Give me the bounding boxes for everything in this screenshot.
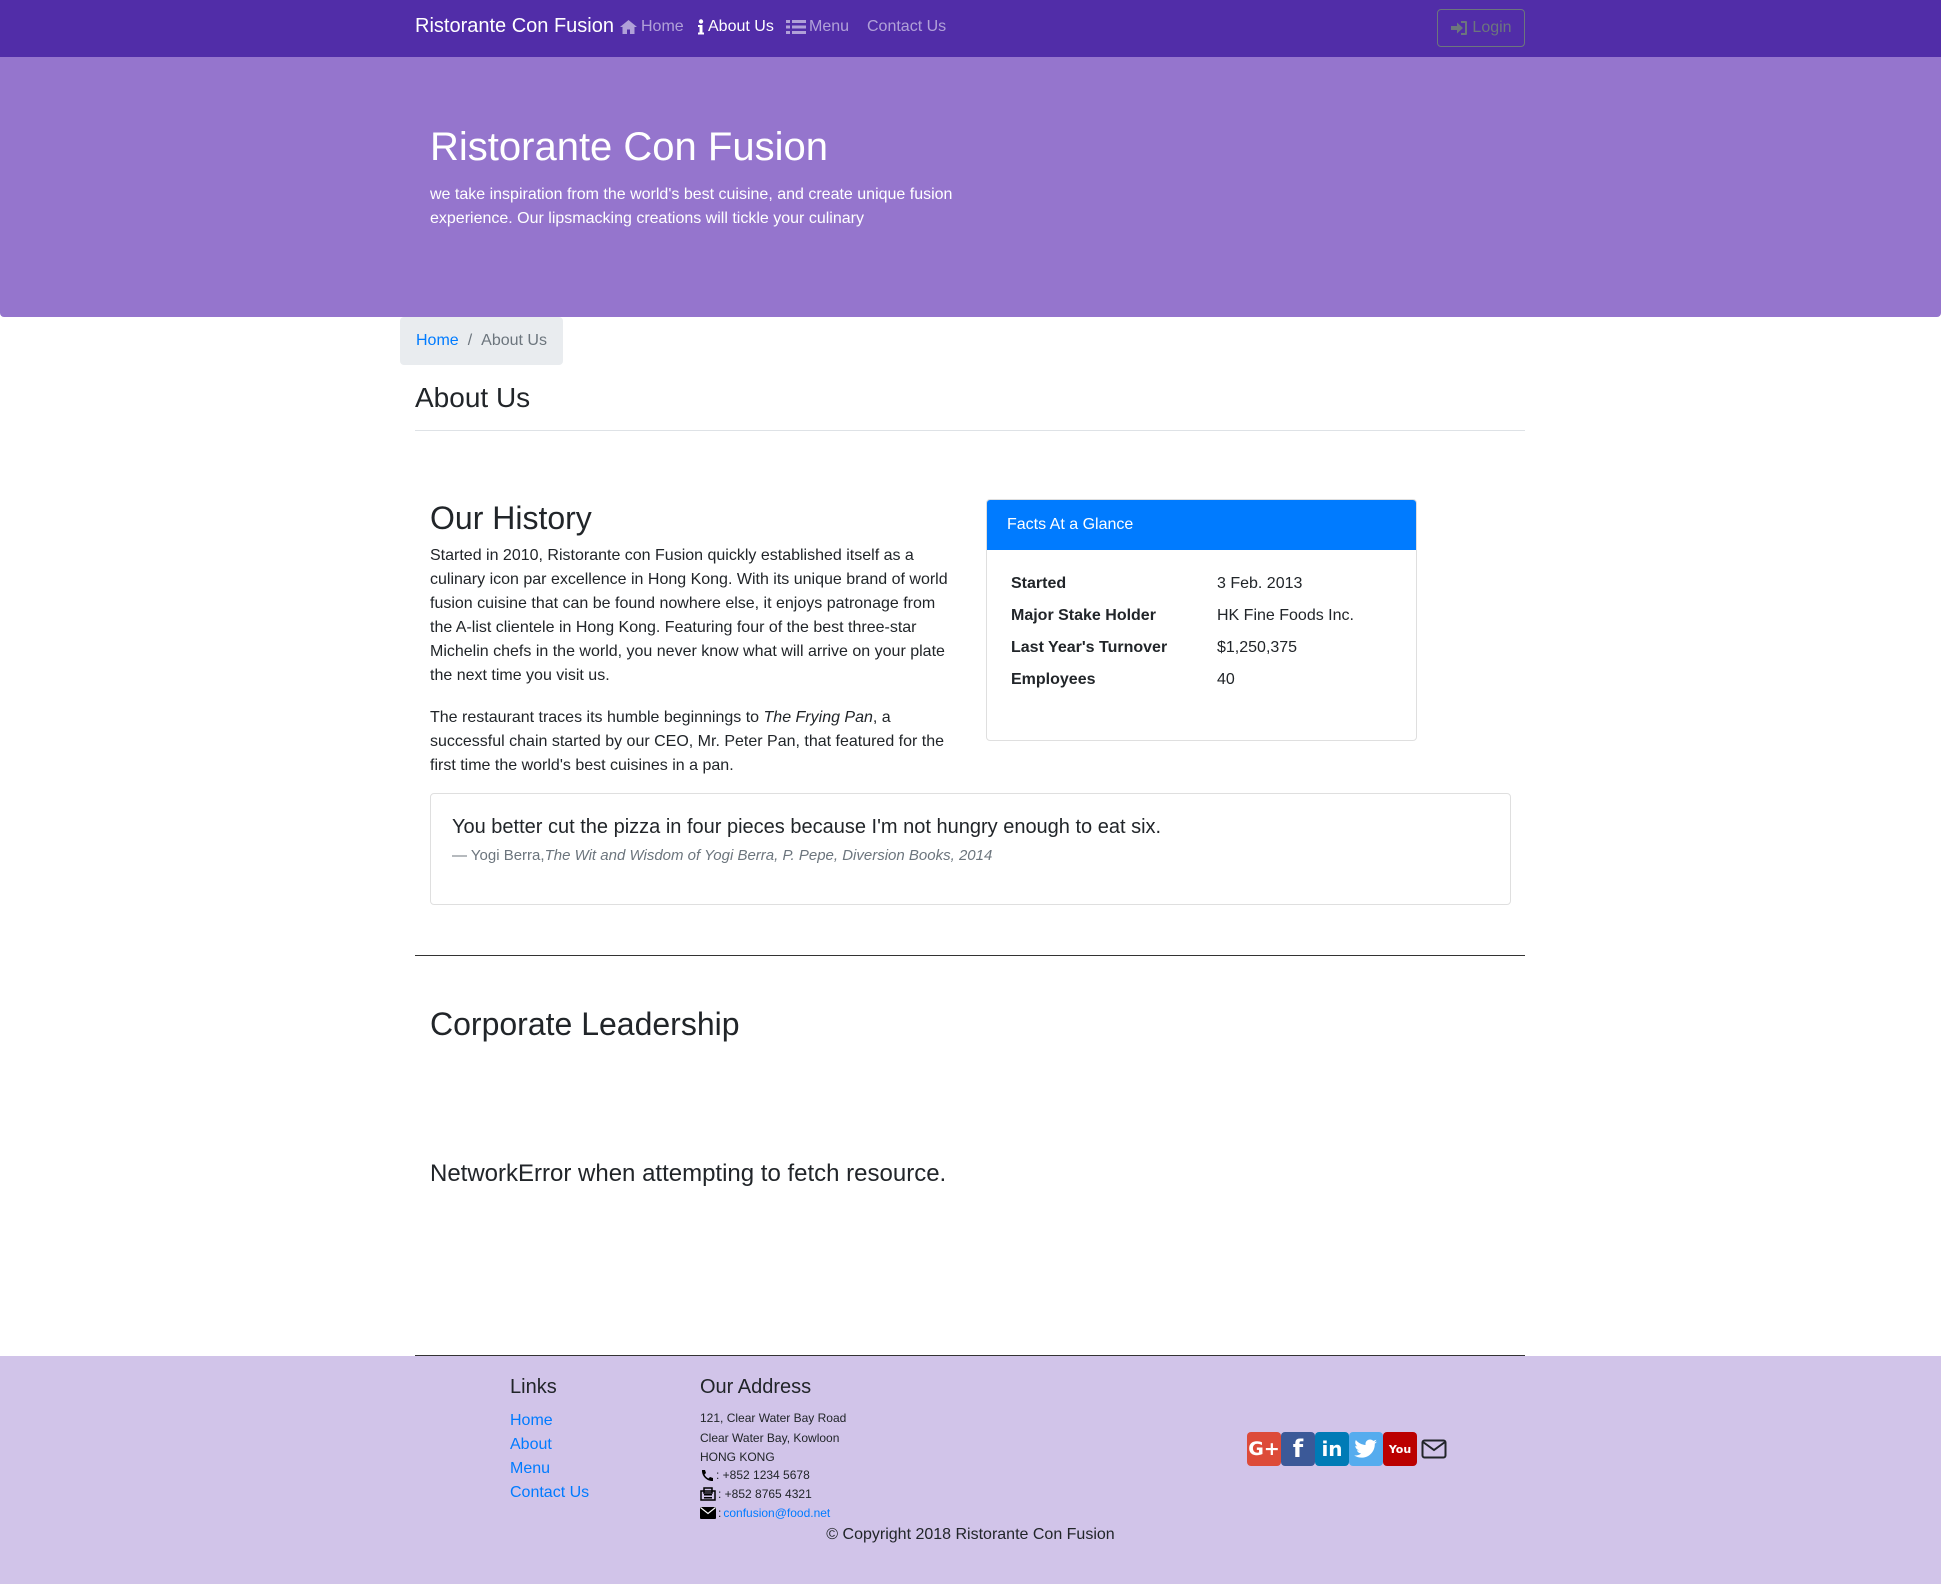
nav-contact[interactable]: Contact Us [864, 18, 946, 36]
nav-home-label: Home [641, 18, 684, 35]
address-line: 121, Clear Water Bay Road [700, 1411, 847, 1425]
facts-row: Major Stake Holder HK Fine Foods Inc. [1011, 607, 1354, 625]
phone-line: : +852 1234 5678 [700, 1468, 810, 1482]
login-button[interactable]: Login [1437, 9, 1525, 47]
jumbotron-title: Ristorante Con Fusion [430, 125, 828, 169]
home-icon [620, 20, 637, 34]
facts-row: Last Year's Turnover $1,250,375 [1011, 639, 1297, 657]
frying-pan-name: The Frying Pan [763, 709, 873, 726]
leadership-title: Corporate Leadership [430, 1006, 740, 1042]
footer-address-title: Our Address [700, 1376, 812, 1398]
history-title: Our History [430, 500, 592, 536]
breadcrumb: Home / About Us [400, 317, 563, 365]
address-line: HONG KONG [700, 1450, 775, 1464]
linkedin-icon[interactable]: in [1315, 1432, 1349, 1466]
info-icon [698, 19, 704, 35]
social-buttons: G+ f in You [1247, 1432, 1451, 1466]
breadcrumb-current: About Us [481, 332, 547, 349]
error-message: NetworkError when attempting to fetch re… [430, 1160, 947, 1187]
history-p2-text: The restaurant traces its humble beginni… [430, 709, 764, 726]
facts-value: 40 [1217, 671, 1235, 688]
nav-menu[interactable]: Menu [786, 18, 849, 36]
footer-link-contact[interactable]: Contact Us [510, 1484, 589, 1502]
login-label: Login [1472, 19, 1512, 36]
divider [415, 430, 1525, 431]
footer: Links Home About Menu Contact Us Our Add… [0, 1356, 1941, 1584]
fax-line: : +852 8765 4321 [700, 1487, 812, 1501]
navbar-brand[interactable]: Ristorante Con Fusion [415, 15, 614, 38]
email-prefix: : [718, 1506, 722, 1520]
facts-value: $1,250,375 [1217, 639, 1298, 656]
footer-link-home[interactable]: Home [510, 1412, 553, 1430]
nav-about-label: About Us [708, 18, 774, 35]
list-icon [786, 20, 806, 34]
youtube-icon[interactable]: You [1383, 1432, 1417, 1466]
facts-header: Facts At a Glance [987, 500, 1416, 550]
email-link[interactable]: confusion@food.net [723, 1506, 830, 1520]
facts-row: Employees 40 [1011, 671, 1235, 689]
facts-card: Facts At a Glance Started 3 Feb. 2013 Ma… [986, 499, 1417, 741]
twitter-bird-icon [1354, 1439, 1377, 1458]
nav-about[interactable]: About Us [697, 18, 774, 36]
facts-value: HK Fine Foods Inc. [1217, 607, 1354, 624]
facebook-glyph: f [1292, 1435, 1304, 1463]
phone-icon [701, 1469, 713, 1481]
facts-label: Major Stake Holder [1011, 607, 1156, 624]
facts-value: 3 Feb. 2013 [1217, 575, 1303, 592]
jumbotron-text: we take inspiration from the world's bes… [430, 186, 953, 227]
facts-label: Last Year's Turnover [1011, 639, 1168, 656]
quote-author: — Yogi Berra, [452, 847, 545, 864]
address-line: Clear Water Bay, Kowloon [700, 1431, 840, 1445]
youtube-glyph: You [1388, 1442, 1412, 1456]
breadcrumb-separator: / [467, 332, 473, 349]
google-plus-glyph: G+ [1248, 1438, 1280, 1460]
envelope-outline-icon [1421, 1439, 1447, 1459]
jumbotron: Ristorante Con Fusion we take inspiratio… [0, 57, 1941, 317]
mail-icon[interactable] [1417, 1432, 1451, 1466]
facebook-icon[interactable]: f [1281, 1432, 1315, 1466]
footer-link-menu[interactable]: Menu [510, 1460, 550, 1478]
google-plus-icon[interactable]: G+ [1247, 1432, 1281, 1466]
twitter-icon[interactable] [1349, 1432, 1383, 1466]
copyright: © Copyright 2018 Ristorante Con Fusion [826, 1526, 1115, 1543]
sign-in-icon [1451, 21, 1468, 35]
page-title: About Us [415, 382, 531, 413]
history-paragraph-2: The restaurant traces its humble beginni… [430, 706, 960, 778]
navbar: Ristorante Con Fusion Home About Us Menu… [0, 0, 1941, 57]
divider [415, 955, 1525, 956]
quote-source: The Wit and Wisdom of Yogi Berra, P. Pep… [544, 847, 993, 864]
fax-icon [700, 1487, 716, 1501]
quote-footer: — Yogi Berra,The Wit and Wisdom of Yogi … [452, 847, 992, 864]
quote-card: You better cut the pizza in four pieces … [430, 793, 1511, 905]
fax-number: : +852 8765 4321 [718, 1487, 812, 1501]
email-line: : confusion@food.net [700, 1506, 830, 1520]
history-paragraph-1: Started in 2010, Ristorante con Fusion q… [430, 547, 948, 684]
breadcrumb-home[interactable]: Home [416, 332, 459, 350]
footer-link-about[interactable]: About [510, 1436, 552, 1454]
quote-text: You better cut the pizza in four pieces … [452, 816, 1162, 838]
nav-home[interactable]: Home [619, 18, 684, 36]
phone-number: : +852 1234 5678 [716, 1468, 810, 1482]
footer-links-title: Links [510, 1376, 557, 1398]
facts-label: Started [1011, 575, 1067, 592]
linkedin-glyph: in [1321, 1437, 1343, 1461]
envelope-icon [700, 1507, 716, 1519]
facts-row: Started 3 Feb. 2013 [1011, 575, 1302, 593]
nav-contact-label: Contact Us [867, 18, 947, 35]
facts-label: Employees [1011, 671, 1096, 688]
nav-menu-label: Menu [809, 18, 850, 35]
